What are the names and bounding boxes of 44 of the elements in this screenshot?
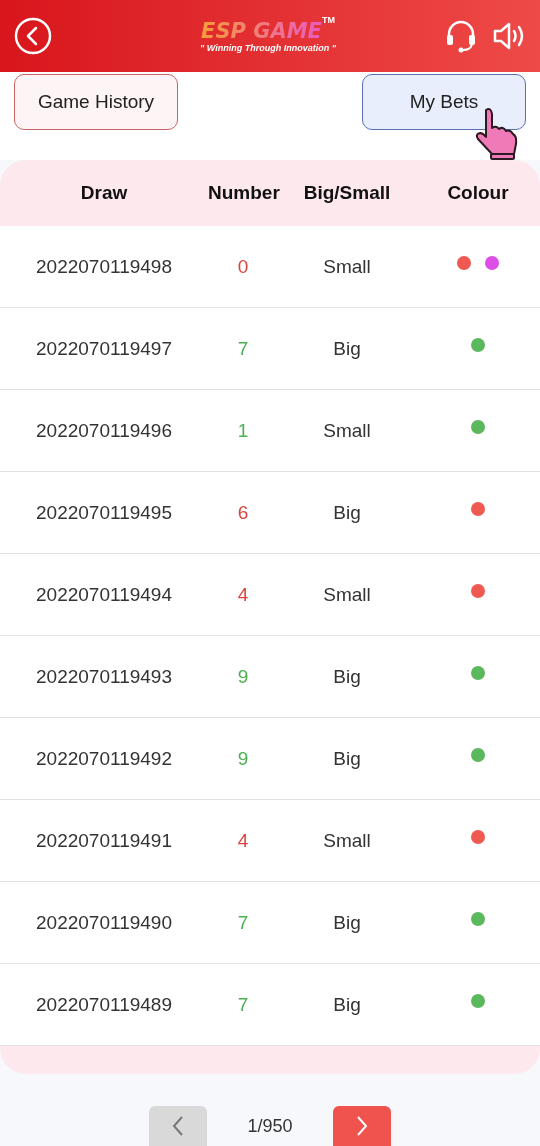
headset-icon[interactable] bbox=[444, 19, 478, 53]
table-cell-text: 6 bbox=[236, 501, 250, 524]
table-cell-text: Big bbox=[332, 911, 362, 934]
tab[interactable]: Game History bbox=[14, 74, 178, 130]
tab[interactable]: My Bets bbox=[362, 74, 526, 130]
column-header: Number bbox=[208, 182, 278, 204]
table-cell-text: 0 bbox=[236, 255, 250, 278]
table-cell-text: 2022070119492 bbox=[35, 747, 173, 770]
back-icon[interactable] bbox=[14, 17, 52, 55]
table-cell-text: 7 bbox=[236, 337, 250, 360]
column-header: Big/Small bbox=[302, 182, 392, 204]
table-cell-text: Big bbox=[332, 993, 362, 1016]
table-cell-text: 2022070119497 bbox=[35, 337, 173, 360]
table-cell-text: 9 bbox=[236, 665, 250, 688]
table-cell-text: Big bbox=[332, 747, 362, 770]
table-cell-text: 7 bbox=[236, 993, 250, 1016]
table-cell-text: 2022070119498 bbox=[35, 255, 173, 278]
chevron-left-icon bbox=[171, 1114, 186, 1138]
table-cell-text: 2022070119494 bbox=[35, 583, 173, 606]
table-cell-text: Big bbox=[332, 665, 362, 688]
table-cell-text: Big bbox=[332, 501, 362, 524]
table-cell-text: 2022070119495 bbox=[35, 501, 173, 524]
table-cell-text: 2022070119496 bbox=[35, 419, 173, 442]
table-cell-text: 1 bbox=[236, 419, 250, 442]
column-header: Draw bbox=[79, 182, 129, 204]
chevron-right-icon bbox=[354, 1114, 369, 1138]
table-cell-text: 7 bbox=[236, 911, 250, 934]
table-cell-text: 2022070119493 bbox=[35, 665, 173, 688]
column-header: Colour bbox=[446, 182, 510, 204]
page-indicator: 1/950 bbox=[247, 1115, 293, 1137]
table-cell-text: 2022070119491 bbox=[35, 829, 173, 852]
next-page-button[interactable] bbox=[332, 1106, 391, 1146]
table-cell-text: 4 bbox=[236, 829, 250, 852]
table-cell-text: Small bbox=[322, 419, 372, 442]
logo-tagline: " Winning Through Innovation " bbox=[200, 43, 336, 53]
table-cell-text: 2022070119490 bbox=[35, 911, 173, 934]
table-cell-text: Small bbox=[322, 583, 372, 606]
table-cell-text: Small bbox=[322, 829, 372, 852]
table-cell-text: 4 bbox=[236, 583, 250, 606]
table-cell-text: Small bbox=[322, 255, 372, 278]
table-cell-text: Big bbox=[332, 337, 362, 360]
trademark-mark: TM bbox=[321, 15, 335, 25]
table-cell-text: 2022070119489 bbox=[35, 993, 173, 1016]
table-cell-text: 9 bbox=[236, 747, 250, 770]
